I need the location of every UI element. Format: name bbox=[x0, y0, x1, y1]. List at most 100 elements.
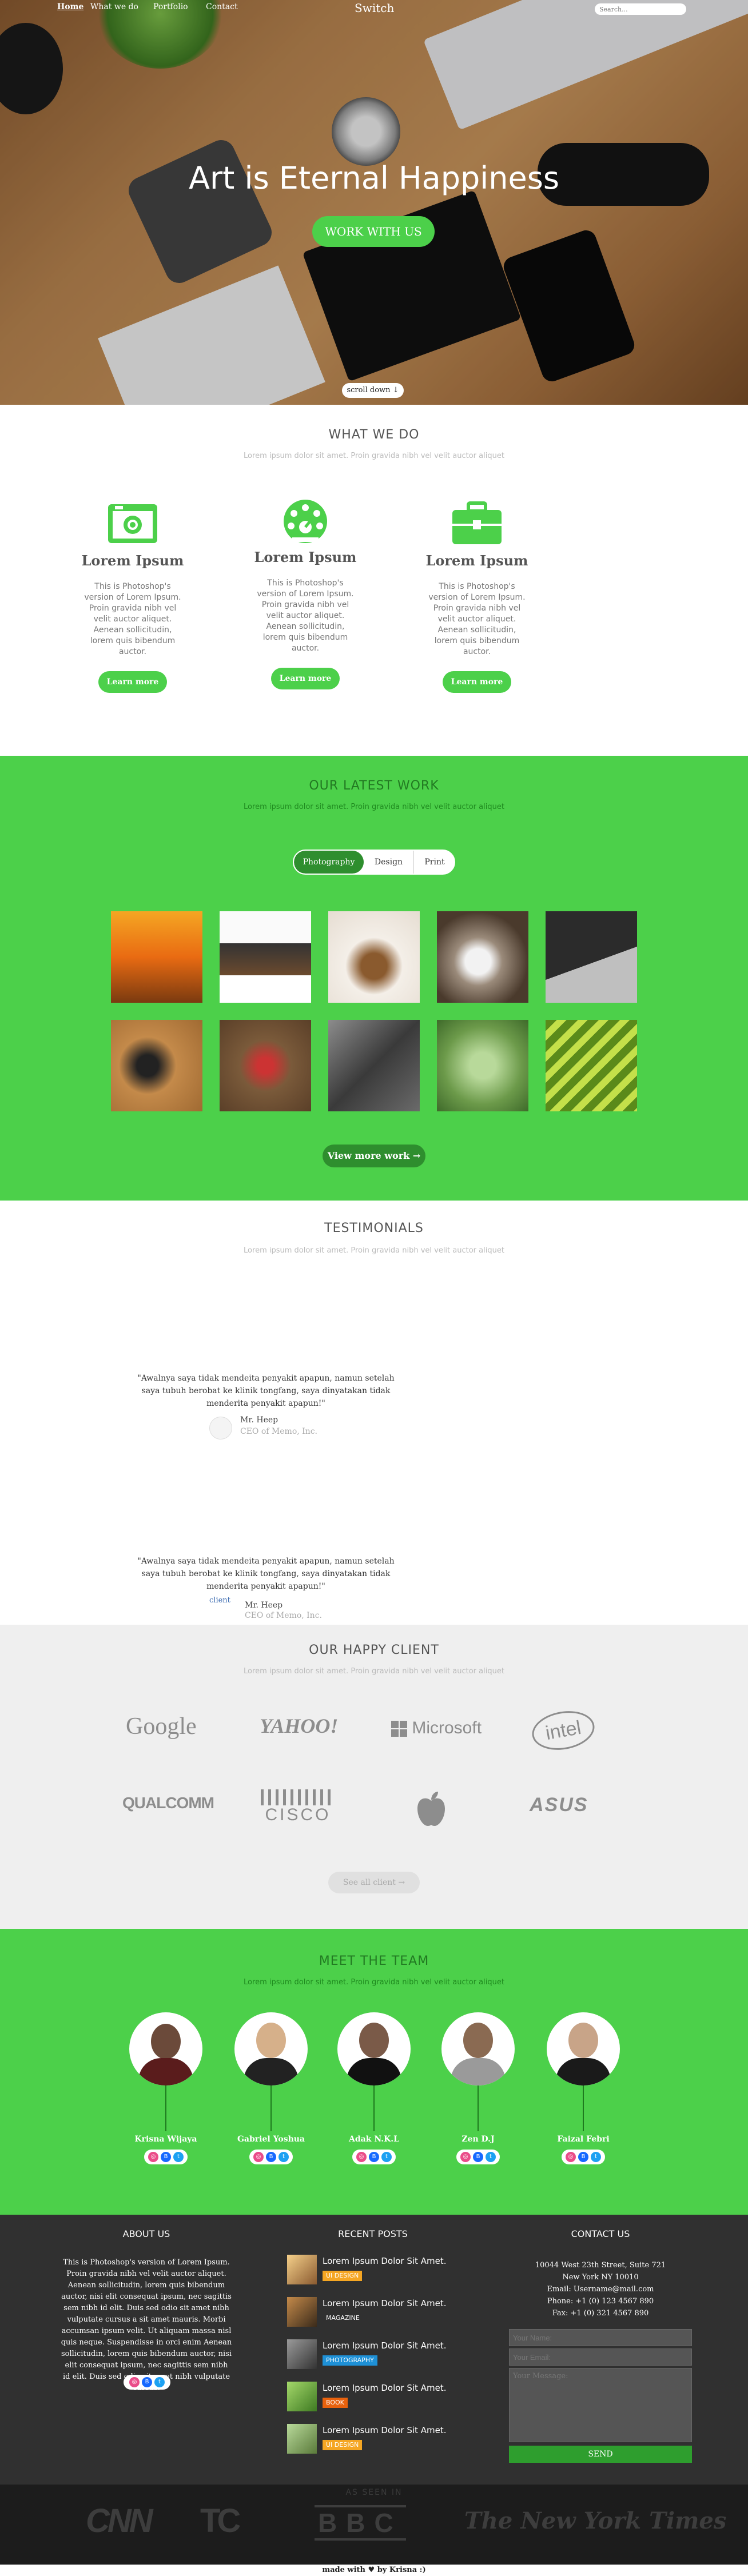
post-thumbnail[interactable] bbox=[287, 2382, 317, 2411]
nav-link-what-we-do[interactable]: What we do bbox=[90, 2, 138, 11]
recent-post[interactable]: Lorem Ipsum Dolor Sit Amet. PHOTOGRAPHY bbox=[287, 2339, 470, 2376]
learn-more-button[interactable]: Learn more bbox=[98, 671, 167, 693]
hero-title: Art is Eternal Happiness bbox=[189, 160, 559, 196]
behance-icon[interactable]: B bbox=[266, 2152, 276, 2162]
post-tag[interactable]: UI DESIGN bbox=[323, 2440, 363, 2450]
recent-post[interactable]: Lorem Ipsum Dolor Sit Amet. UI DESIGN bbox=[287, 2255, 470, 2291]
send-button[interactable]: SEND bbox=[509, 2446, 692, 2463]
recent-post[interactable]: Lorem Ipsum Dolor Sit Amet. UI DESIGN bbox=[287, 2424, 470, 2461]
portfolio-thumbnail[interactable] bbox=[437, 1020, 528, 1111]
techcrunch-logo[interactable]: TC bbox=[200, 2502, 241, 2540]
dribbble-icon[interactable]: ◎ bbox=[566, 2152, 576, 2162]
recent-post[interactable]: Lorem Ipsum Dolor Sit Amet. MAGAZINE bbox=[287, 2297, 470, 2334]
yahoo-logo[interactable]: YAHOO! bbox=[260, 1714, 338, 1738]
team-member-photo bbox=[547, 2012, 620, 2085]
portfolio-thumbnail[interactable] bbox=[111, 1020, 202, 1111]
post-title[interactable]: Lorem Ipsum Dolor Sit Amet. bbox=[323, 2425, 446, 2435]
dribbble-icon[interactable]: ◎ bbox=[148, 2152, 158, 2162]
portfolio-thumbnail[interactable] bbox=[328, 911, 420, 1003]
apple-logo[interactable] bbox=[415, 1791, 447, 1827]
nyt-logo[interactable]: The New York Times bbox=[464, 2507, 726, 2534]
google-logo[interactable]: Google bbox=[126, 1713, 197, 1740]
scroll-down-button[interactable]: scroll down ↓ bbox=[342, 383, 404, 398]
nav-link-home[interactable]: Home bbox=[57, 2, 83, 11]
message-field[interactable] bbox=[509, 2368, 692, 2442]
cisco-logo[interactable]: CISCO bbox=[261, 1789, 335, 1825]
portfolio-thumbnail[interactable] bbox=[220, 911, 311, 1003]
contact-title: CONTACT US bbox=[571, 2228, 630, 2239]
team-member-name: Faizal Febri bbox=[557, 2135, 610, 2144]
portfolio-thumbnail[interactable] bbox=[546, 911, 637, 1003]
cnn-logo[interactable]: CNN bbox=[86, 2502, 153, 2540]
clients-title: OUR HAPPY CLIENT bbox=[309, 1643, 439, 1657]
testimonial-quote: "Awalnya saya tidak mendeita penyakit ap… bbox=[137, 1557, 395, 1591]
search-input[interactable] bbox=[595, 3, 686, 15]
asus-logo[interactable]: ASUS bbox=[530, 1794, 588, 1816]
view-more-work-button[interactable]: View more work → bbox=[323, 1145, 425, 1167]
learn-more-button[interactable]: Learn more bbox=[443, 671, 511, 693]
twitter-icon[interactable]: t bbox=[154, 2377, 165, 2387]
social-links: ◎ B t bbox=[144, 2150, 188, 2164]
name-field[interactable] bbox=[509, 2329, 692, 2346]
twitter-icon[interactable]: t bbox=[173, 2152, 184, 2162]
portfolio-thumbnail[interactable] bbox=[220, 1020, 311, 1111]
service-card: Lorem Ipsum This is Photoshop's version … bbox=[237, 497, 374, 689]
post-title[interactable]: Lorem Ipsum Dolor Sit Amet. bbox=[323, 2256, 446, 2266]
twitter-icon[interactable]: t bbox=[381, 2152, 392, 2162]
behance-icon[interactable]: B bbox=[161, 2152, 171, 2162]
brand-logo[interactable]: Switch bbox=[355, 1, 394, 15]
portfolio-thumbnail[interactable] bbox=[437, 911, 528, 1003]
post-thumbnail[interactable] bbox=[287, 2255, 317, 2284]
twitter-icon[interactable]: t bbox=[591, 2152, 601, 2162]
nav-link-contact[interactable]: Contact bbox=[206, 2, 238, 11]
post-title[interactable]: Lorem Ipsum Dolor Sit Amet. bbox=[323, 2298, 446, 2308]
what-we-do-subtitle: Lorem ipsum dolor sit amet. Proin gravid… bbox=[244, 452, 504, 460]
bbc-logo[interactable]: BBC bbox=[315, 2505, 406, 2541]
service-title: Lorem Ipsum bbox=[81, 552, 184, 569]
post-tag[interactable]: BOOK bbox=[323, 2398, 348, 2408]
post-tag[interactable]: MAGAZINE bbox=[323, 2313, 363, 2323]
nav-link-portfolio[interactable]: Portfolio bbox=[153, 2, 188, 11]
post-title[interactable]: Lorem Ipsum Dolor Sit Amet. bbox=[323, 2383, 446, 2393]
work-title: OUR LATEST WORK bbox=[309, 779, 439, 793]
dribbble-icon[interactable]: ◎ bbox=[356, 2152, 367, 2162]
clients-subtitle: Lorem ipsum dolor sit amet. Proin gravid… bbox=[244, 1667, 504, 1676]
behance-icon[interactable]: B bbox=[142, 2377, 152, 2387]
contact-phone: Phone: +1 (0) 123 4567 890 bbox=[547, 2297, 654, 2306]
made-with-credit: made with ♥ by Krisna :) bbox=[0, 2565, 748, 2576]
filter-design[interactable]: Design bbox=[364, 851, 414, 874]
intel-logo[interactable]: intel bbox=[529, 1706, 598, 1755]
dribbble-icon[interactable]: ◎ bbox=[253, 2152, 264, 2162]
team-member-name: Krisna Wijaya bbox=[134, 2135, 197, 2144]
learn-more-button[interactable]: Learn more bbox=[271, 668, 340, 689]
divider bbox=[270, 2085, 272, 2131]
behance-icon[interactable]: B bbox=[369, 2152, 379, 2162]
dribbble-icon[interactable]: ◎ bbox=[460, 2152, 471, 2162]
filter-print[interactable]: Print bbox=[415, 851, 454, 874]
avatar bbox=[209, 1417, 232, 1439]
post-thumbnail[interactable] bbox=[287, 2424, 317, 2454]
recent-post[interactable]: Lorem Ipsum Dolor Sit Amet. BOOK bbox=[287, 2382, 470, 2418]
filter-photography[interactable]: Photography bbox=[294, 851, 364, 874]
work-with-us-button[interactable]: WORK WITH US bbox=[312, 216, 435, 247]
team-member-name: Adak N.K.L bbox=[349, 2135, 399, 2144]
twitter-icon[interactable]: t bbox=[486, 2152, 496, 2162]
twitter-icon[interactable]: t bbox=[278, 2152, 289, 2162]
team-member-photo bbox=[441, 2012, 515, 2085]
post-thumbnail[interactable] bbox=[287, 2339, 317, 2369]
portfolio-thumbnail[interactable] bbox=[328, 1020, 420, 1111]
email-field[interactable] bbox=[509, 2348, 692, 2366]
microsoft-logo[interactable]: Microsoft bbox=[391, 1718, 482, 1738]
dribbble-icon[interactable]: ◎ bbox=[129, 2377, 140, 2387]
qualcomm-logo[interactable]: QUALCOMM bbox=[122, 1794, 214, 1812]
post-tag[interactable]: UI DESIGN bbox=[323, 2271, 363, 2281]
post-title[interactable]: Lorem Ipsum Dolor Sit Amet. bbox=[323, 2340, 446, 2351]
portfolio-thumbnail[interactable] bbox=[111, 911, 202, 1003]
behance-icon[interactable]: B bbox=[578, 2152, 588, 2162]
top-nav: Home What we do Portfolio Contact Switch bbox=[0, 0, 748, 17]
see-all-clients-button[interactable]: See all client → bbox=[328, 1872, 420, 1893]
post-tag[interactable]: PHOTOGRAPHY bbox=[323, 2355, 377, 2366]
portfolio-thumbnail[interactable] bbox=[546, 1020, 637, 1111]
post-thumbnail[interactable] bbox=[287, 2297, 317, 2327]
behance-icon[interactable]: B bbox=[473, 2152, 483, 2162]
